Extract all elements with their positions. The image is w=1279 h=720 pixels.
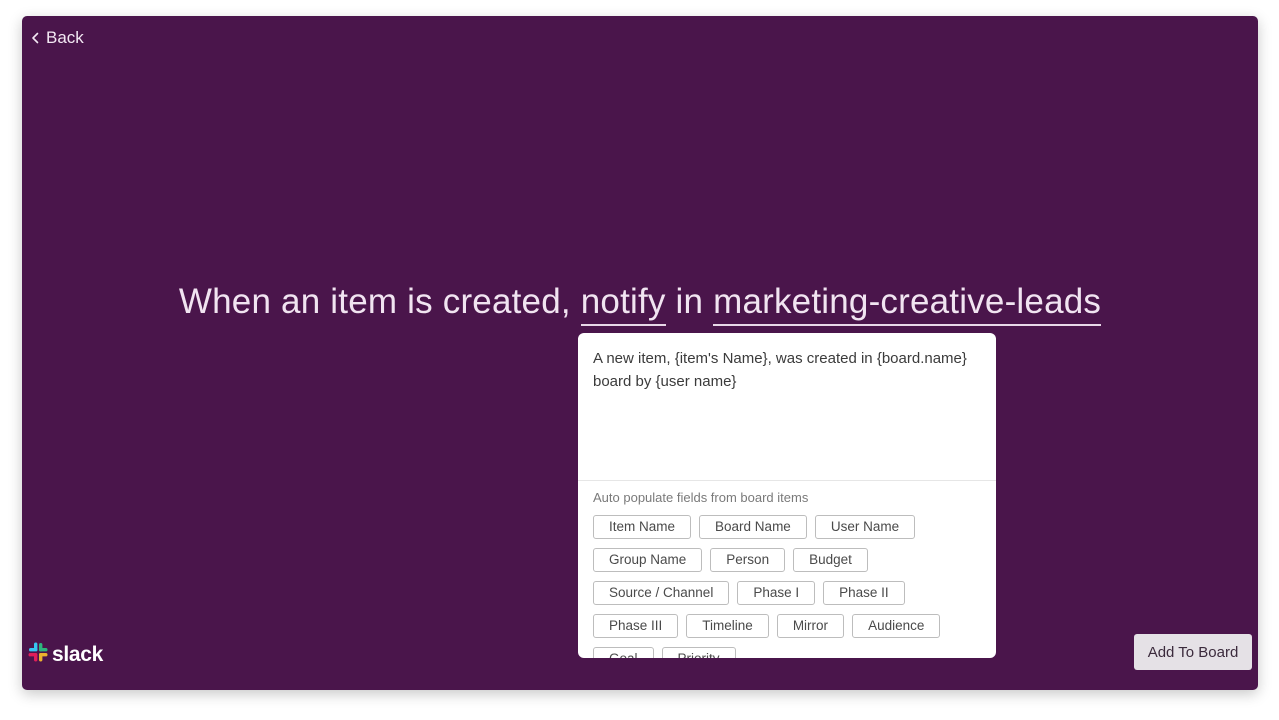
chip-row: Goal Priority xyxy=(593,647,993,658)
action-selector[interactable]: notify xyxy=(580,282,666,327)
field-chip[interactable]: Phase II xyxy=(823,581,905,605)
field-chip[interactable]: Source / Channel xyxy=(593,581,730,605)
chevron-left-icon xyxy=(31,32,40,44)
divider xyxy=(578,480,996,481)
field-chip[interactable]: Goal xyxy=(593,647,654,658)
field-chips: Item Name Board Name User Name Group Name Pe… xyxy=(593,515,993,658)
chip-row: Group Name Person Budget xyxy=(593,548,993,572)
app-window: Back When an item is created, notify in … xyxy=(22,16,1258,690)
back-button[interactable]: Back xyxy=(27,26,88,50)
recipe-prefix: When an item is created, xyxy=(178,282,581,321)
field-chip[interactable]: Budget xyxy=(793,548,868,572)
field-chip[interactable]: Audience xyxy=(852,614,941,638)
slack-wordmark: slack xyxy=(52,643,104,666)
chip-row: Phase III Timeline Mirror Audience xyxy=(593,614,993,638)
message-textarea[interactable]: A new item, {item's Name}, was created i… xyxy=(593,347,973,393)
message-editor-card: A new item, {item's Name}, was created i… xyxy=(578,333,996,658)
field-chip[interactable]: Timeline xyxy=(686,614,769,638)
field-chip[interactable]: Mirror xyxy=(776,614,845,638)
recipe-connector: in xyxy=(665,282,714,321)
field-chip[interactable]: Board Name xyxy=(699,515,807,539)
add-to-board-button[interactable]: Add To Board xyxy=(1134,634,1252,670)
chip-row: Item Name Board Name User Name xyxy=(593,515,993,539)
auto-populate-label: Auto populate fields from board items xyxy=(593,490,809,505)
channel-selector[interactable]: marketing-creative-leads xyxy=(713,282,1102,327)
slack-logo: slack xyxy=(28,642,103,668)
field-chip[interactable]: Item Name xyxy=(593,515,692,539)
field-chip[interactable]: Priority xyxy=(661,647,736,658)
recipe-sentence: When an item is created, notify in marke… xyxy=(22,282,1258,327)
field-chip[interactable]: Phase I xyxy=(737,581,816,605)
slack-logo-icon xyxy=(28,642,48,668)
field-chip[interactable]: Phase III xyxy=(593,614,679,638)
back-label: Back xyxy=(46,28,84,47)
field-chip[interactable]: User Name xyxy=(814,515,916,539)
chip-row: Source / Channel Phase I Phase II xyxy=(593,581,993,605)
field-chip[interactable]: Person xyxy=(710,548,786,572)
field-chip[interactable]: Group Name xyxy=(593,548,703,572)
